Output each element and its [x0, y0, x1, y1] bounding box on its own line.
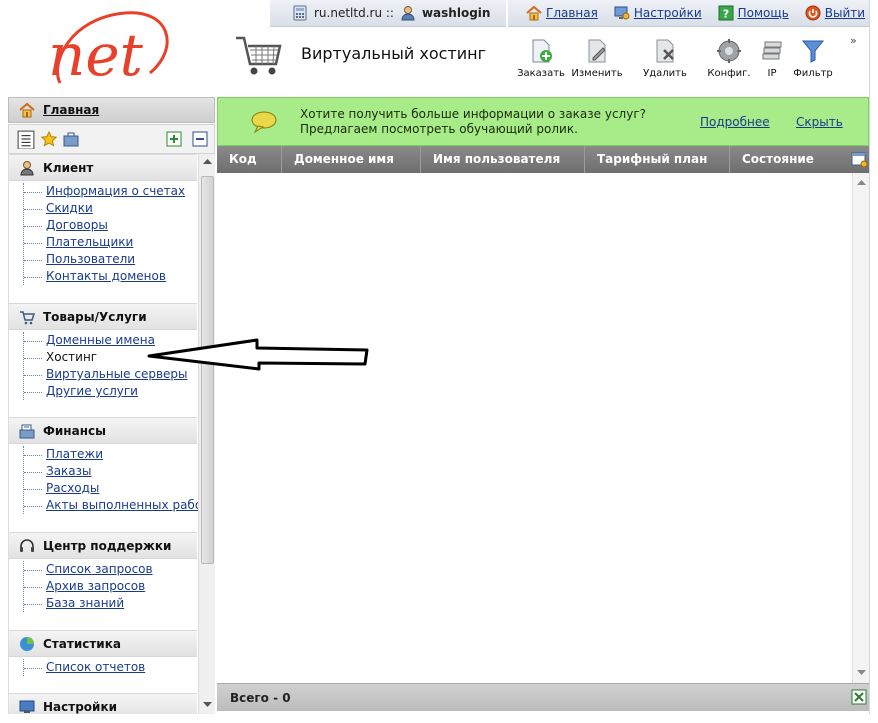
column-domain[interactable]: Доменное имя: [282, 146, 421, 173]
edit-button[interactable]: Изменить: [568, 38, 626, 84]
sidebar-section-statistics: Статистика Список отчетов: [9, 630, 197, 676]
scroll-up-icon[interactable]: [857, 179, 866, 186]
scroll-down-icon[interactable]: [203, 701, 212, 708]
sidebar-item-users[interactable]: Пользователи: [24, 251, 197, 268]
order-button[interactable]: Заказать: [514, 38, 568, 84]
svg-text:?: ?: [722, 8, 728, 21]
ip-icon: [762, 41, 782, 60]
topbar-help-link[interactable]: ? Помощь: [718, 5, 789, 21]
home-icon: [526, 5, 542, 21]
edit-document-icon: [588, 39, 606, 63]
column-settings-icon[interactable]: [851, 151, 867, 167]
info-banner: Хотите получить больше информации о зака…: [217, 97, 869, 146]
excel-export-icon[interactable]: [851, 689, 867, 705]
site-name: ru.netltd.ru ::: [314, 6, 394, 20]
sidebar-item-knowledge-base[interactable]: База знаний: [24, 595, 197, 612]
toolbar: Заказать Изменить Удалить Конфиг. IP Фил…: [514, 38, 836, 84]
sidebar-item-expenses[interactable]: Расходы: [24, 480, 197, 497]
delete-button[interactable]: Удалить: [626, 38, 704, 84]
sidebar: Клиент Информация о счетах Скидки Догово…: [8, 154, 198, 714]
config-icon: [717, 39, 741, 63]
scroll-down-icon[interactable]: [857, 669, 866, 676]
chart-icon: [20, 636, 34, 651]
company-logo[interactable]: net: [30, 3, 180, 98]
sidebar-section-header[interactable]: Настройки: [9, 693, 197, 714]
sidebar-section-header[interactable]: Финансы: [9, 417, 197, 444]
filter-icon: [801, 40, 825, 63]
column-tariff[interactable]: Тарифный план: [585, 146, 730, 173]
headset-icon: [20, 538, 34, 552]
expand-all-icon[interactable]: [166, 131, 182, 147]
column-status[interactable]: Состояние: [730, 146, 852, 173]
sidebar-item-invoices[interactable]: Информация о счетах: [24, 183, 197, 200]
sidebar-item-domain-contacts[interactable]: Контакты доменов: [24, 268, 197, 285]
username[interactable]: washlogin: [422, 6, 490, 20]
sidebar-section-support: Центр поддержки Список запросов Архив за…: [9, 532, 197, 612]
power-icon: [805, 5, 821, 21]
page-title: Виртуальный хостинг: [301, 44, 486, 63]
settings-icon: [614, 6, 630, 20]
sidebar-section-header[interactable]: Статистика: [9, 630, 197, 657]
column-username[interactable]: Имя пользователя: [421, 146, 585, 173]
topbar-account: ru.netltd.ru :: washlogin: [270, 0, 506, 27]
sidebar-item-acts[interactable]: Акты выполненных работ: [24, 497, 198, 514]
total-count: Всего - 0: [230, 690, 291, 705]
banner-more-link[interactable]: Подробнее: [700, 115, 770, 129]
add-document-icon: [532, 39, 552, 63]
sidebar-section-header[interactable]: Клиент: [9, 154, 197, 181]
ip-button[interactable]: IP: [754, 38, 790, 84]
sidebar-item-requests-archive[interactable]: Архив запросов: [24, 578, 197, 595]
briefcase-icon[interactable]: [63, 131, 79, 147]
sidebar-item-requests[interactable]: Список запросов: [24, 561, 197, 578]
topbar-links: Главная Настройки ? Помощь Выйти: [508, 0, 878, 27]
toolbar-more-button[interactable]: »: [850, 34, 857, 47]
topbar-settings-link[interactable]: Настройки: [614, 5, 702, 21]
calculator-icon: [293, 5, 307, 21]
banner-text: Хотите получить больше информации о зака…: [300, 107, 646, 136]
annotation-arrow: [147, 338, 369, 371]
help-icon: ?: [718, 5, 734, 21]
sidebar-section-header[interactable]: Товары/Услуги: [9, 303, 197, 330]
star-icon[interactable]: [41, 131, 57, 147]
sidebar-item-other-services[interactable]: Другие услуги: [24, 383, 197, 400]
topbar-home-link[interactable]: Главная: [526, 5, 598, 21]
monitor-icon: [19, 700, 35, 713]
delete-document-icon: [656, 39, 674, 63]
cash-register-icon: [19, 424, 35, 438]
sidebar-item-contracts[interactable]: Договоры: [24, 217, 197, 234]
sidebar-section-client: Клиент Информация о счетах Скидки Догово…: [9, 154, 197, 285]
sidebar-item-payers[interactable]: Плательщики: [24, 234, 197, 251]
sidebar-scrollbar[interactable]: [198, 154, 215, 714]
sidebar-section-finance: Финансы Платежи Заказы Расходы Акты выпо…: [9, 417, 198, 514]
column-code[interactable]: Код: [217, 146, 282, 173]
scroll-up-icon[interactable]: [203, 158, 212, 165]
window-frame-bottom: [0, 714, 878, 723]
collapse-all-icon[interactable]: [192, 131, 208, 147]
sidebar-item-orders[interactable]: Заказы: [24, 463, 197, 480]
sidebar-section-header[interactable]: Центр поддержки: [9, 532, 197, 559]
sidebar-item-discounts[interactable]: Скидки: [24, 200, 197, 217]
home-icon: [19, 102, 35, 118]
shopping-cart-icon: [236, 36, 282, 75]
cart-icon: [20, 310, 35, 324]
sidebar-item-reports[interactable]: Список отчетов: [24, 659, 197, 676]
chat-bubble-icon: [251, 111, 277, 134]
sidebar-tools: [8, 124, 215, 154]
grid-footer: Всего - 0: [217, 683, 869, 711]
sidebar-item-payments[interactable]: Платежи: [24, 446, 197, 463]
window-frame-right: [869, 0, 878, 723]
topbar-logout-link[interactable]: Выйти: [805, 5, 865, 21]
grid-header: Код Доменное имя Имя пользователя Тарифн…: [217, 146, 869, 173]
sidebar-home[interactable]: Главная: [8, 97, 215, 123]
filter-button[interactable]: Фильтр: [790, 38, 836, 84]
grid-scrollbar[interactable]: [852, 173, 869, 683]
sidebar-section-settings: Настройки: [9, 693, 197, 714]
list-view-icon[interactable]: [17, 129, 35, 149]
banner-hide-link[interactable]: Скрыть: [796, 115, 843, 129]
user-icon: [401, 6, 415, 21]
config-button[interactable]: Конфиг.: [704, 38, 754, 84]
grid-body: [217, 173, 852, 683]
client-icon: [20, 160, 34, 175]
logo-text: net: [48, 21, 144, 89]
